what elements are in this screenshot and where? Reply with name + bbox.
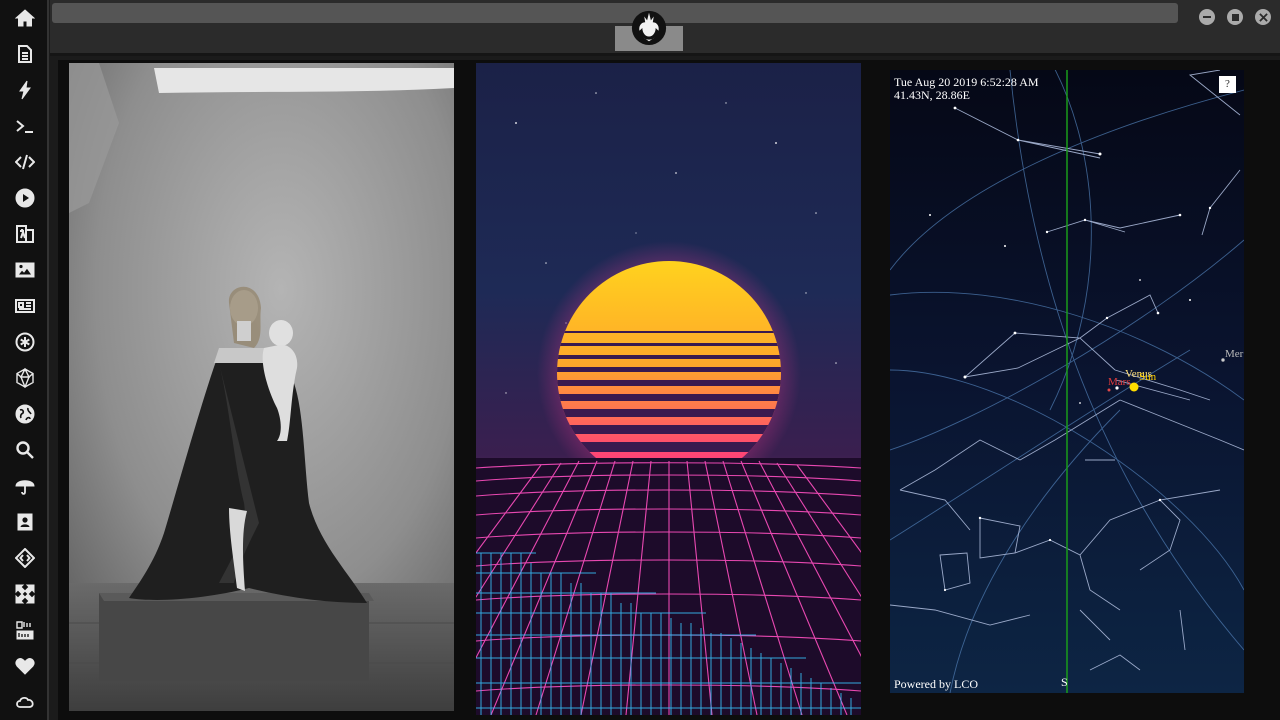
newspaper-icon[interactable] [12, 293, 38, 319]
play-icon[interactable] [12, 185, 38, 211]
mars-label: Mars [1108, 376, 1131, 388]
synthwave-panel[interactable] [476, 63, 861, 715]
sky-chart[interactable]: Venus Sun Mars Mer [890, 70, 1244, 693]
top-bar [50, 0, 1280, 56]
terminal-icon[interactable] [12, 113, 38, 139]
portrait-photo [69, 63, 454, 711]
sun-marker [1129, 382, 1139, 392]
sun-label: Sun [1139, 371, 1157, 383]
address-bar[interactable] [52, 3, 1178, 23]
synthwave-wallpaper [476, 63, 861, 715]
youtube-icon[interactable] [12, 617, 38, 643]
mercury-label: Mer [1225, 348, 1244, 360]
rebel-alliance-icon[interactable] [630, 8, 668, 46]
image-icon[interactable] [12, 257, 38, 283]
lightning-icon[interactable] [12, 77, 38, 103]
search-icon[interactable] [12, 437, 38, 463]
code-icon[interactable] [12, 149, 38, 175]
cloud-icon[interactable] [12, 689, 38, 715]
document-icon[interactable] [12, 41, 38, 67]
sidebar [0, 0, 49, 720]
contact-icon[interactable] [12, 509, 38, 535]
fullscreen-icon[interactable] [12, 581, 38, 607]
close-icon[interactable] [1255, 9, 1271, 25]
sky-map-panel[interactable]: Venus Sun Mars Mer Tue Aug 20 2019 6:52:… [890, 70, 1244, 693]
direction-label: S [1061, 675, 1068, 689]
photo-panel[interactable] [69, 63, 454, 711]
polyhedron-icon[interactable] [12, 365, 38, 391]
translate-icon[interactable] [12, 221, 38, 247]
asterisk-icon[interactable] [12, 329, 38, 355]
home-icon[interactable] [12, 5, 38, 31]
diamond-code-icon[interactable] [12, 545, 38, 571]
maximize-icon[interactable] [1227, 9, 1243, 25]
umbrella-icon[interactable] [12, 473, 38, 499]
content-area: Venus Sun Mars Mer Tue Aug 20 2019 6:52:… [58, 60, 1280, 720]
help-button[interactable]: ? [1219, 76, 1236, 93]
globe-icon[interactable] [12, 401, 38, 427]
powered-by-label: Powered by LCO [894, 677, 978, 691]
heart-icon[interactable] [12, 653, 38, 679]
sky-location: 41.43N, 28.86E [894, 88, 970, 102]
minimize-icon[interactable] [1199, 9, 1215, 25]
